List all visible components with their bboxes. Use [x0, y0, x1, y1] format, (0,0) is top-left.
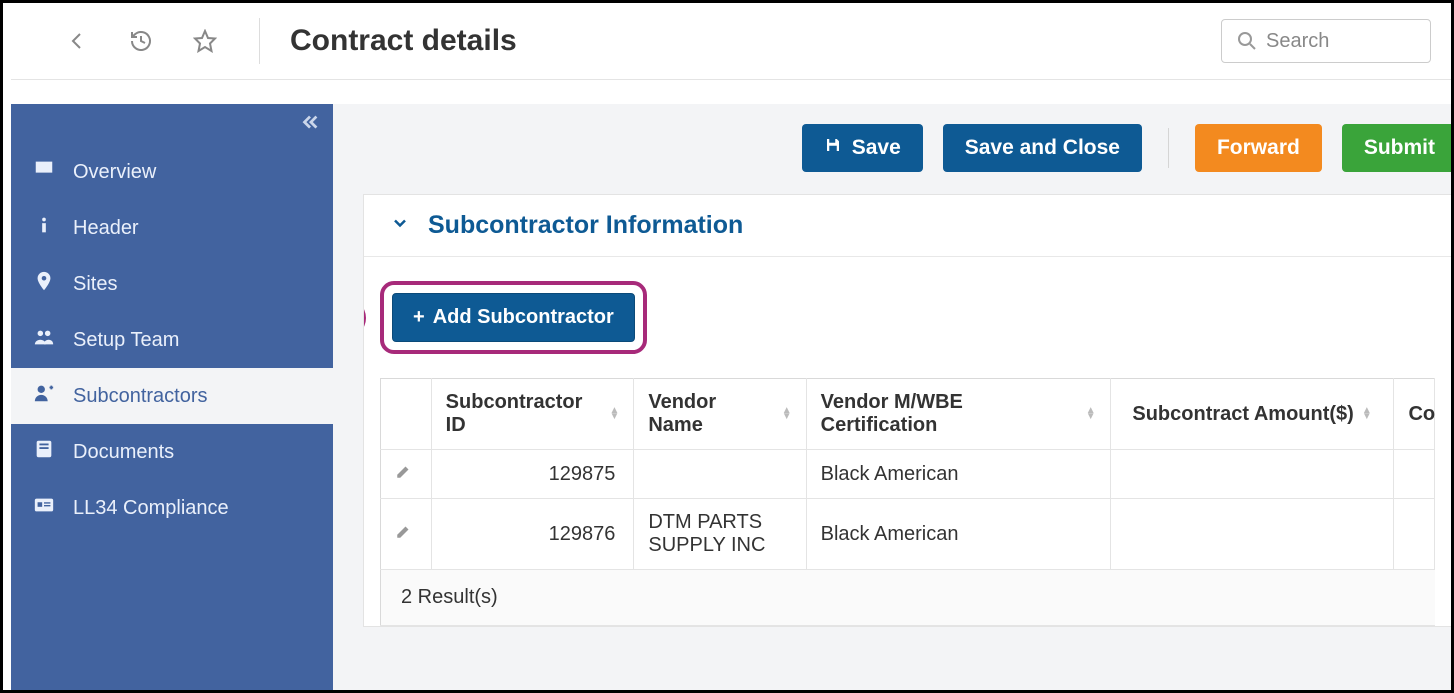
action-bar: Save Save and Close Forward Submit — [333, 104, 1451, 194]
sort-icon: ▲▼ — [782, 408, 792, 420]
table-row: 129876 DTM PARTS SUPPLY INC Black Americ… — [381, 499, 1435, 570]
sort-icon: ▲▼ — [1086, 408, 1096, 420]
add-subcontractor-button[interactable]: + Add Subcontractor — [392, 293, 635, 342]
cell-amount — [1110, 499, 1394, 570]
column-edit — [381, 379, 432, 450]
top-bar: Contract details — [3, 3, 1451, 79]
edit-row-icon[interactable] — [395, 523, 413, 545]
sidebar-item-label: Subcontractors — [73, 385, 208, 408]
sidebar-item-label: Header — [73, 217, 139, 240]
column-label: Subcontract Amount($) — [1132, 403, 1353, 426]
cell-extra — [1394, 499, 1435, 570]
button-label: Save and Close — [965, 136, 1120, 160]
cell-id: 129876 — [431, 499, 634, 570]
column-subcontractor-id[interactable]: Subcontractor ID ▲▼ — [431, 379, 634, 450]
chevron-down-icon — [390, 213, 410, 238]
column-mwbe-cert[interactable]: Vendor M/WBE Certification ▲▼ — [806, 379, 1110, 450]
sort-icon: ▲▼ — [609, 408, 619, 420]
cell-id: 129875 — [431, 450, 634, 499]
table-footer: 2 Result(s) — [381, 570, 1435, 626]
submit-button[interactable]: Submit — [1342, 124, 1451, 172]
monitor-icon — [33, 158, 55, 186]
sidebar-item-documents[interactable]: Documents — [11, 424, 333, 480]
subcontractor-table: Subcontractor ID ▲▼ Vendor Name ▲▼ Vendor … — [380, 378, 1435, 626]
sidebar: Overview Header Sites Setup Team Subcont… — [11, 104, 333, 692]
sidebar-item-label: Sites — [73, 273, 117, 296]
user-plus-icon — [33, 382, 55, 410]
panel-title: Subcontractor Information — [428, 211, 743, 240]
button-label: Forward — [1217, 136, 1300, 160]
save-close-button[interactable]: Save and Close — [943, 124, 1142, 172]
column-label: Subcontractor ID — [446, 391, 602, 437]
column-vendor-name[interactable]: Vendor Name ▲▼ — [634, 379, 806, 450]
cell-extra — [1394, 450, 1435, 499]
users-icon — [33, 326, 55, 354]
sidebar-item-label: Documents — [73, 441, 174, 464]
cell-cert: Black American — [806, 499, 1110, 570]
sidebar-item-overview[interactable]: Overview — [11, 144, 333, 200]
add-subcontractor-highlight: 1 + Add Subcontractor — [380, 281, 647, 354]
save-button[interactable]: Save — [802, 124, 923, 172]
book-icon — [33, 438, 55, 466]
cell-vendor: DTM PARTS SUPPLY INC — [634, 499, 806, 570]
button-label: Submit — [1364, 136, 1435, 160]
divider — [1168, 128, 1169, 168]
pin-icon — [33, 270, 55, 298]
column-label: Vendor M/WBE Certification — [821, 391, 1078, 437]
sidebar-item-label: Overview — [73, 161, 156, 184]
star-icon[interactable] — [191, 27, 219, 55]
forward-button[interactable]: Forward — [1195, 124, 1322, 172]
column-subcontract-amount[interactable]: Subcontract Amount($) ▲▼ — [1110, 379, 1394, 450]
button-label: Save — [852, 136, 901, 160]
back-icon[interactable] — [63, 27, 91, 55]
panel-header[interactable]: Subcontractor Information — [364, 195, 1451, 257]
sidebar-item-sites[interactable]: Sites — [11, 256, 333, 312]
button-label: Add Subcontractor — [433, 306, 614, 329]
search-icon — [1233, 27, 1261, 55]
column-label: Vendor Name — [648, 391, 773, 437]
history-icon[interactable] — [127, 27, 155, 55]
info-icon — [33, 214, 55, 242]
column-extra[interactable]: Co — [1394, 379, 1435, 450]
sort-icon: ▲▼ — [1362, 408, 1372, 420]
edit-row-icon[interactable] — [395, 463, 413, 485]
subcontractor-panel: Subcontractor Information 1 + Add Subcon… — [363, 194, 1451, 627]
sidebar-item-label: LL34 Compliance — [73, 497, 229, 520]
cell-vendor — [634, 450, 806, 499]
sidebar-item-setup-team[interactable]: Setup Team — [11, 312, 333, 368]
plus-icon: + — [413, 306, 425, 329]
cell-cert: Black American — [806, 450, 1110, 499]
table-row: 129875 Black American — [381, 450, 1435, 499]
main-content: Save Save and Close Forward Submit — [333, 104, 1451, 692]
card-icon — [33, 494, 55, 522]
sidebar-item-subcontractors[interactable]: Subcontractors — [11, 368, 333, 424]
sidebar-item-header[interactable]: Header — [11, 200, 333, 256]
sidebar-collapse-icon[interactable] — [299, 112, 321, 139]
divider — [259, 18, 260, 64]
cell-amount — [1110, 450, 1394, 499]
callout-badge: 1 — [363, 298, 366, 338]
column-label: Co — [1408, 403, 1435, 425]
sidebar-item-label: Setup Team — [73, 329, 179, 352]
search-wrap — [1221, 19, 1431, 63]
save-icon — [824, 136, 842, 160]
sidebar-item-ll34[interactable]: LL34 Compliance — [11, 480, 333, 536]
page-title: Contract details — [290, 24, 517, 58]
topbar-nav — [63, 27, 219, 55]
